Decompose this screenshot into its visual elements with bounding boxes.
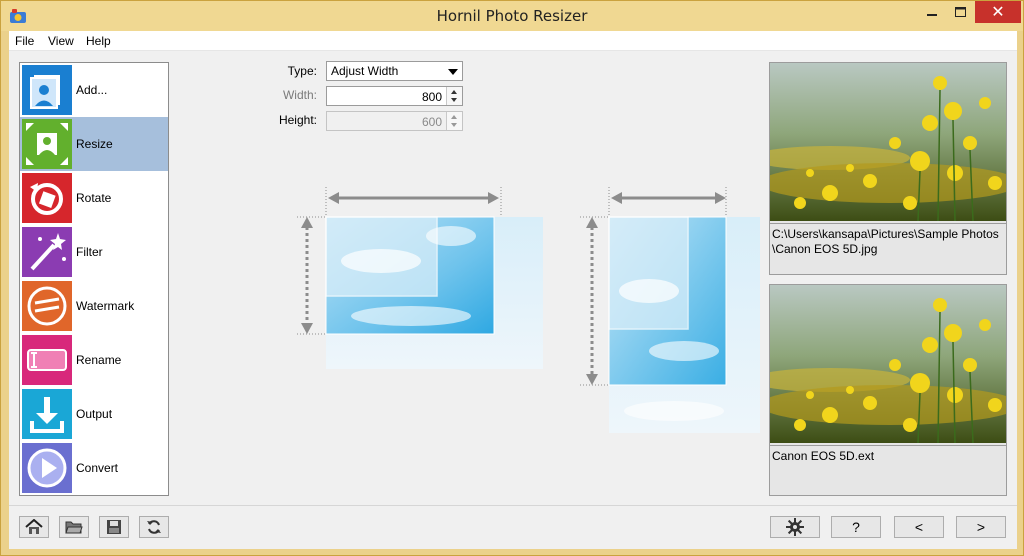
height-stepper: 600	[326, 111, 463, 131]
settings-button[interactable]	[770, 516, 820, 538]
source-file-path: C:\Users\kansapa\Pictures\Sample Photos\…	[770, 223, 1006, 260]
output-photo	[770, 285, 1006, 443]
sidebar-item-resize[interactable]: Resize	[20, 117, 168, 171]
refresh-icon	[147, 520, 161, 534]
height-stepper-buttons	[446, 112, 462, 130]
width-value: 800	[421, 90, 442, 104]
maximize-button[interactable]	[947, 1, 973, 23]
sidebar-item-label: Filter	[76, 245, 103, 259]
sidebar-item-label: Rename	[76, 353, 122, 367]
sidebar-item-add[interactable]: Add...	[20, 63, 168, 117]
bottom-toolbar: ? < >	[9, 505, 1017, 549]
width-arrow-icon	[325, 187, 502, 217]
sidebar-item-watermark[interactable]: Watermark	[20, 279, 168, 333]
open-button[interactable]	[59, 516, 89, 538]
spin-down-icon[interactable]	[451, 98, 457, 102]
title-bar[interactable]: Hornil Photo Resizer ✕	[1, 1, 1023, 31]
width-label: Width:	[282, 88, 317, 102]
play-icon	[22, 443, 72, 493]
spin-up-icon[interactable]	[451, 90, 457, 94]
resize-diagram-portrait	[580, 187, 760, 433]
output-preview: Canon EOS 5D.ext	[769, 284, 1007, 496]
type-select[interactable]: Adjust Width	[326, 61, 463, 81]
sidebar-item-label: Output	[76, 407, 113, 421]
spin-up-icon	[451, 115, 457, 119]
sidebar-item-rename[interactable]: Rename	[20, 333, 168, 387]
save-icon	[107, 520, 121, 534]
rename-icon	[22, 335, 72, 385]
width-stepper-buttons[interactable]	[446, 87, 462, 105]
sidebar-item-label: Watermark	[76, 299, 135, 313]
magic-wand-icon	[22, 227, 72, 277]
sidebar-item-output[interactable]: Output	[20, 387, 168, 441]
minimize-icon	[927, 14, 937, 16]
folder-open-icon	[65, 521, 83, 534]
minimize-button[interactable]	[919, 1, 945, 23]
gear-icon	[786, 518, 804, 536]
output-file-name: Canon EOS 5D.ext	[770, 445, 1006, 467]
rotate-icon	[22, 173, 72, 223]
window-title: Hornil Photo Resizer	[436, 7, 588, 25]
height-arrow-icon	[297, 216, 326, 335]
resize-diagram-landscape	[297, 187, 543, 369]
close-icon: ✕	[991, 4, 1005, 21]
next-button[interactable]: >	[956, 516, 1006, 538]
watermark-icon	[22, 281, 72, 331]
resize-icon	[22, 119, 72, 169]
height-arrow-icon	[580, 216, 609, 386]
save-button[interactable]	[99, 516, 129, 538]
previous-icon: <	[914, 519, 924, 535]
menu-bar: File View Help	[9, 31, 1017, 51]
height-value: 600	[421, 115, 442, 129]
sidebar-item-convert[interactable]: Convert	[20, 441, 168, 495]
home-icon	[25, 519, 43, 534]
chevron-down-icon	[448, 69, 458, 75]
width-stepper[interactable]: 800	[326, 86, 463, 106]
home-button[interactable]	[19, 516, 49, 538]
sidebar: Add... Resize Rotate Filter Watermark Re…	[19, 62, 169, 496]
source-photo	[770, 63, 1006, 221]
close-button[interactable]: ✕	[975, 1, 1021, 23]
menu-view[interactable]: View	[48, 34, 74, 48]
source-preview: C:\Users\kansapa\Pictures\Sample Photos\…	[769, 62, 1007, 275]
help-icon: ?	[852, 519, 860, 535]
download-icon	[22, 389, 72, 439]
source-image	[608, 216, 689, 330]
client-area: File View Help Add... Resize Rotate Filt…	[9, 31, 1017, 549]
app-window: Hornil Photo Resizer ✕ File View Help Ad…	[0, 0, 1024, 556]
sidebar-item-label: Convert	[76, 461, 119, 475]
next-icon: >	[976, 519, 986, 535]
sidebar-item-label: Rotate	[76, 191, 112, 205]
sidebar-item-label: Add...	[76, 83, 108, 97]
spin-down-icon	[451, 123, 457, 127]
menu-help[interactable]: Help	[86, 34, 111, 48]
menu-file[interactable]: File	[15, 34, 34, 48]
previous-button[interactable]: <	[894, 516, 944, 538]
help-button[interactable]: ?	[831, 516, 881, 538]
sidebar-item-label: Resize	[76, 137, 113, 151]
refresh-button[interactable]	[139, 516, 169, 538]
type-label: Type:	[287, 64, 317, 78]
sidebar-item-rotate[interactable]: Rotate	[20, 171, 168, 225]
sidebar-item-filter[interactable]: Filter	[20, 225, 168, 279]
height-label: Height:	[278, 113, 317, 127]
maximize-icon	[954, 7, 966, 17]
type-select-value: Adjust Width	[331, 64, 399, 78]
add-photo-icon	[22, 65, 72, 115]
width-arrow-icon	[608, 187, 727, 217]
